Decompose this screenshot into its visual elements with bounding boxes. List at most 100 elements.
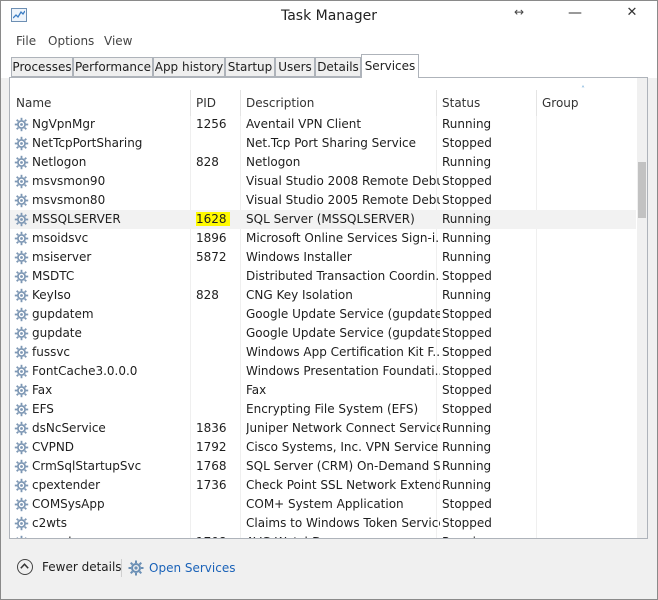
service-row[interactable]: CrmSqlStartupSvc 1768 SQL Server (CRM) On-… [10, 457, 636, 476]
service-row[interactable]: avgwd 1708 AVG WatchDogRunning [10, 533, 636, 538]
service-status: Stopped [442, 193, 492, 207]
menu-bar: File Options View [1, 31, 657, 53]
service-status: Running [442, 533, 536, 538]
menu-file[interactable]: File [16, 34, 36, 48]
service-name: msvsmon90 [32, 174, 106, 188]
service-row[interactable]: msvsmon80 Visual Studio 2005 Remote Debu.… [10, 191, 636, 210]
column-group[interactable]: Group [542, 96, 579, 110]
tab-services[interactable]: Services [361, 54, 419, 78]
service-description: Juniper Network Connect Service [246, 421, 440, 435]
sort-ascending-icon: ˄ [581, 85, 585, 94]
service-description: SQL Server (CRM) On-Demand S... [246, 459, 440, 473]
services-panel: Name PID Description Status Group ˄ NgVp… [9, 77, 648, 539]
service-status: Stopped [442, 307, 492, 321]
tab-startup[interactable]: Startup [225, 57, 275, 77]
service-status: Stopped [442, 402, 492, 416]
service-description: Claims to Windows Token Service [246, 516, 440, 530]
service-row[interactable]: msoidsvc 1896 Microsoft Online Services Si… [10, 229, 636, 248]
service-status: Running [442, 231, 492, 245]
service-row[interactable]: NetTcpPortSharing Net.Tcp Port Sharing Se… [10, 134, 636, 153]
column-divider[interactable] [240, 90, 241, 116]
service-row[interactable]: CVPND 1792 Cisco Systems, Inc. VPN Service… [10, 438, 636, 457]
tab-details[interactable]: Details [315, 57, 361, 77]
resize-arrows-icon[interactable]: ↔ [507, 5, 531, 25]
gear-service-icon [14, 440, 29, 455]
minimize-button[interactable]: — [561, 5, 589, 25]
tab-performance[interactable]: Performance [73, 57, 153, 77]
service-row[interactable]: MSSQLSERVER 1628 SQL Server (MSSQLSERVER) R… [10, 210, 636, 229]
service-status: Stopped [442, 364, 492, 378]
service-row[interactable]: cpextender 1736 Check Point SSL Network Ex… [10, 476, 636, 495]
service-row[interactable]: NgVpnMgr 1256 Aventail VPN Client Running [10, 116, 636, 134]
tab-processes[interactable]: Processes [11, 57, 73, 77]
service-pid: 5872 [196, 250, 227, 264]
service-status: Running [442, 288, 492, 302]
gear-service-icon [14, 402, 29, 417]
service-row[interactable]: KeyIso 828 CNG Key Isolation Running [10, 286, 636, 305]
service-row[interactable]: msiserver 5872 Windows Installer Running [10, 248, 636, 267]
service-row[interactable]: EFS Encrypting File System (EFS) Stopped [10, 400, 636, 419]
service-description: CNG Key Isolation [246, 288, 353, 302]
service-row[interactable]: MSDTC Distributed Transaction Coordin... S… [10, 267, 636, 286]
open-services-label: Open Services [149, 561, 236, 575]
service-row[interactable]: Netlogon 828 Netlogon Running [10, 153, 636, 172]
service-row[interactable]: msvsmon90 Visual Studio 2008 Remote Debu.… [10, 172, 636, 191]
service-row[interactable]: fussvc Windows App Certification Kit F...… [10, 343, 636, 362]
service-name: fussvc [32, 345, 71, 359]
service-status: Stopped [442, 345, 492, 359]
service-name: EFS [32, 402, 54, 416]
column-description[interactable]: Description [246, 96, 314, 110]
service-status: Running [442, 459, 492, 473]
service-pid: 828 [196, 288, 219, 302]
column-divider[interactable] [436, 90, 437, 116]
service-row[interactable]: FontCache3.0.0.0 Windows Presentation Fou… [10, 362, 636, 381]
service-pid: 1768 [196, 459, 227, 473]
gear-service-icon [14, 459, 29, 474]
fewer-details-label: Fewer details [42, 560, 122, 574]
menu-options[interactable]: Options [48, 34, 94, 48]
gear-service-icon [14, 212, 29, 227]
services-list: NgVpnMgr 1256 Aventail VPN Client Running Ne… [10, 116, 636, 538]
service-status: Running [442, 117, 492, 131]
service-name: MSDTC [32, 269, 75, 283]
column-pid[interactable]: PID [196, 96, 216, 110]
column-divider[interactable] [536, 90, 537, 116]
service-description: Google Update Service (gupdate) [246, 326, 440, 340]
gear-service-icon [14, 364, 29, 379]
service-description: Cisco Systems, Inc. VPN Service [246, 440, 439, 454]
service-status: Running [442, 155, 492, 169]
gear-service-icon [14, 250, 29, 265]
service-row[interactable]: gupdate Google Update Service (gupdate) St… [10, 324, 636, 343]
menu-view[interactable]: View [104, 34, 132, 48]
service-row[interactable]: Fax Fax Stopped [10, 381, 636, 400]
column-name[interactable]: Name [16, 96, 51, 110]
service-pid: 1896 [196, 231, 227, 245]
close-button[interactable]: ✕ [617, 5, 647, 25]
service-status: Stopped [442, 269, 492, 283]
footer-bar: Fewer details Open Services [1, 547, 657, 599]
window-title: Task Manager [280, 8, 378, 24]
column-divider[interactable] [190, 90, 191, 116]
title-bar[interactable]: Task Manager ↔ — ✕ [1, 1, 657, 31]
service-pid: 1836 [196, 421, 227, 435]
service-description: Fax [246, 383, 267, 397]
service-description: Netlogon [246, 155, 301, 169]
service-pid: 1256 [196, 117, 227, 131]
gear-service-icon [14, 516, 29, 531]
tab-app-history[interactable]: App history [153, 57, 225, 77]
service-row[interactable]: COMSysApp COM+ System Application Stopped [10, 495, 636, 514]
vertical-scrollbar[interactable] [637, 78, 647, 538]
service-row[interactable]: dsNcService 1836 Juniper Network Connect S… [10, 419, 636, 438]
service-name: avgwd [32, 533, 190, 538]
tab-users[interactable]: Users [275, 57, 315, 77]
scrollbar-thumb[interactable] [638, 162, 646, 218]
gear-service-icon [14, 117, 29, 132]
gear-service-icon [14, 136, 29, 151]
service-description: Encrypting File System (EFS) [246, 402, 419, 416]
service-row[interactable]: c2wts Claims to Windows Token Service Stop… [10, 514, 636, 533]
gear-service-icon [14, 174, 29, 189]
gear-service-icon [14, 326, 29, 341]
service-row[interactable]: gupdatem Google Update Service (gupdate..… [10, 305, 636, 324]
column-status[interactable]: Status [442, 96, 480, 110]
service-status: Stopped [442, 326, 492, 340]
